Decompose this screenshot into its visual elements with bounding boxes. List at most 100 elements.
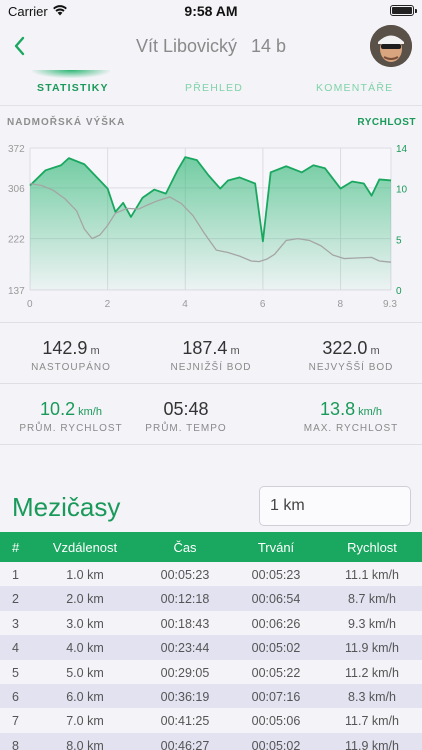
cell-time: 00:05:23 [160, 568, 210, 582]
cell-duration: 00:05:02 [251, 738, 301, 750]
x-tick-label: 8 [338, 299, 344, 310]
cell-speed: 8.3 km/h [348, 689, 396, 704]
x-tick-label: 9.3 [383, 299, 397, 310]
tab-statistics[interactable]: STATISTIKY [37, 82, 109, 94]
y-left-tick-label: 137 [8, 286, 25, 297]
stat-highest-label: NEJVYŠŠÍ BOD [308, 362, 394, 373]
stat-ascent-unit: m [90, 345, 100, 357]
stat-highest-unit: m [370, 345, 380, 357]
cell-speed: 11.2 km/h [345, 665, 399, 680]
table-row: 6 6.0 km 00:36:19 00:07:16 8.3 km/h [0, 683, 422, 709]
stat-ascent-value-line: 142.9 m [1, 338, 141, 359]
y-left-tick-label: 306 [8, 184, 25, 195]
x-tick-label: 4 [182, 299, 188, 310]
active-tab-indicator [32, 70, 110, 78]
table-row: 3 3.0 km 00:18:43 00:06:26 9.3 km/h [0, 610, 422, 636]
speed-stats-row: 10.2 km/h PRŮM. RYCHLOST 05:48 PRŮM. TEMP… [0, 399, 422, 459]
cell-time: 00:36:19 [160, 689, 210, 704]
cell-speed: 11.9 km/h [345, 641, 399, 656]
splits-table: # Vzdálenost Čas Trvání Rychlost 1 1.0 km… [0, 532, 422, 750]
cell-time: 00:23:44 [160, 641, 210, 656]
split-interval-field[interactable] [259, 486, 411, 526]
stat-avg-pace-label: PRŮM. TEMPO [145, 423, 227, 434]
y-left-tick-label: 372 [8, 144, 25, 155]
stat-lowest-unit: m [230, 345, 240, 357]
status-bar: Carrier 9:58 AM [0, 0, 422, 22]
divider [0, 444, 422, 445]
chart-header: NADMOŘSKÁ VÝŠKA RYCHLOST [0, 112, 422, 132]
athlete-points: 14 b [251, 36, 287, 56]
cell-time: 00:12:18 [160, 592, 210, 607]
cell-speed: 11.7 km/h [345, 714, 399, 729]
tab-overview[interactable]: PŘEHLED [185, 82, 243, 94]
cell-duration: 00:06:54 [251, 592, 301, 607]
stat-max-speed-unit: km/h [358, 406, 382, 418]
table-row: 5 5.0 km 00:29:05 00:05:22 11.2 km/h [0, 659, 422, 684]
stat-max-speed-value-line: 13.8 km/h [281, 399, 421, 420]
stat-lowest-value-line: 187.4 m [141, 338, 281, 359]
cell-speed: 8.7 km/h [348, 592, 396, 607]
navigation-bar: Vít Libovický 14 b [0, 22, 422, 72]
y-right-tick-label: 5 [396, 235, 402, 246]
stat-avg-speed-unit: km/h [78, 406, 102, 418]
cell-time: 00:18:43 [160, 616, 210, 631]
page-title: Vít Libovický 14 b [0, 36, 422, 57]
x-tick-label: 0 [27, 299, 33, 310]
stat-max-speed-label: MAX. RYCHLOST [303, 423, 399, 434]
column-header-duration: Trvání [257, 540, 295, 555]
table-row: 7 7.0 km 00:41:25 00:05:06 11.7 km/h [0, 708, 422, 733]
elevation-speed-chart: 372 306 222 137 14 10 5 0 0 2 4 6 8 9.3 [0, 138, 422, 318]
cell-time: 00:29:05 [160, 665, 210, 680]
table-header: # Vzdálenost Čas Trvání Rychlost [0, 532, 422, 562]
stat-highest-value-line: 322.0 m [281, 338, 421, 359]
stat-avg-pace: 05:48 PRŮM. TEMPO [116, 399, 256, 434]
stat-highest: 322.0 m NEJVYŠŠÍ BOD [281, 338, 421, 373]
cell-duration: 00:05:02 [251, 641, 301, 656]
y-right-tick-label: 0 [396, 286, 402, 297]
table-row: 1 1.0 km 00:05:23 00:05:23 11.1 km/h [0, 562, 422, 587]
elevation-axis-label: NADMOŘSKÁ VÝŠKA [7, 117, 126, 128]
cell-speed: 11.9 km/h [345, 738, 399, 750]
stat-ascent-label: NASTOUPÁNO [31, 362, 111, 373]
cell-duration: 00:05:23 [251, 568, 301, 582]
clock: 9:58 AM [184, 3, 238, 19]
cell-time: 00:41:25 [160, 714, 210, 729]
stat-ascent: 142.9 m NASTOUPÁNO [1, 338, 141, 373]
tab-divider [0, 105, 422, 106]
stat-highest-value: 322.0 [322, 338, 368, 358]
y-right-tick-label: 14 [396, 144, 408, 155]
tab-comments[interactable]: KOMENTÁŘE [316, 82, 393, 94]
table-row: 2 2.0 km 00:12:18 00:06:54 8.7 km/h [0, 586, 422, 611]
battery-icon [390, 5, 417, 16]
divider [0, 383, 422, 384]
divider [0, 322, 422, 323]
stat-avg-pace-value: 05:48 [163, 399, 209, 419]
stat-ascent-value: 142.9 [42, 338, 88, 358]
cell-speed: 9.3 km/h [348, 616, 396, 631]
chart-svg: 372 306 222 137 14 10 5 0 0 2 4 6 8 9.3 [8, 144, 408, 310]
elevation-stats-row: 142.9 m NASTOUPÁNO 187.4 m NEJNIŽŠÍ BOD 32… [0, 338, 422, 398]
stat-lowest-label: NEJNIŽŠÍ BOD [170, 362, 252, 373]
y-right-tick-label: 10 [396, 185, 408, 196]
table-body: 1 1.0 km 00:05:23 00:05:23 11.1 km/h 2 2.0 km 0… [0, 562, 422, 750]
avatar[interactable] [370, 25, 412, 67]
cell-time: 00:46:27 [160, 738, 210, 750]
y-left-tick-label: 222 [8, 235, 25, 246]
cell-speed: 11.1 km/h [345, 568, 399, 582]
stat-avg-speed-value: 10.2 [40, 399, 76, 419]
table-row: 4 4.0 km 00:23:44 00:05:02 11.9 km/h [0, 635, 422, 660]
table-row: 8 8.0 km 00:46:27 00:05:02 11.9 km/h [0, 732, 422, 750]
column-header-time: Čas [173, 540, 197, 555]
cell-duration: 00:06:26 [251, 616, 301, 631]
athlete-name: Vít Libovický [135, 36, 237, 56]
x-tick-label: 2 [105, 299, 111, 310]
column-header-speed: Rychlost [347, 540, 397, 555]
splits-title: Mezičasy [12, 492, 121, 522]
stat-lowest: 187.4 m NEJNIŽŠÍ BOD [141, 338, 281, 373]
stat-lowest-value: 187.4 [182, 338, 228, 358]
stat-max-speed: 13.8 km/h MAX. RYCHLOST [281, 399, 421, 434]
speed-axis-label: RYCHLOST [357, 117, 416, 128]
cell-duration: 00:07:16 [251, 689, 301, 704]
cell-duration: 00:05:22 [251, 665, 301, 680]
x-tick-label: 6 [260, 299, 266, 310]
